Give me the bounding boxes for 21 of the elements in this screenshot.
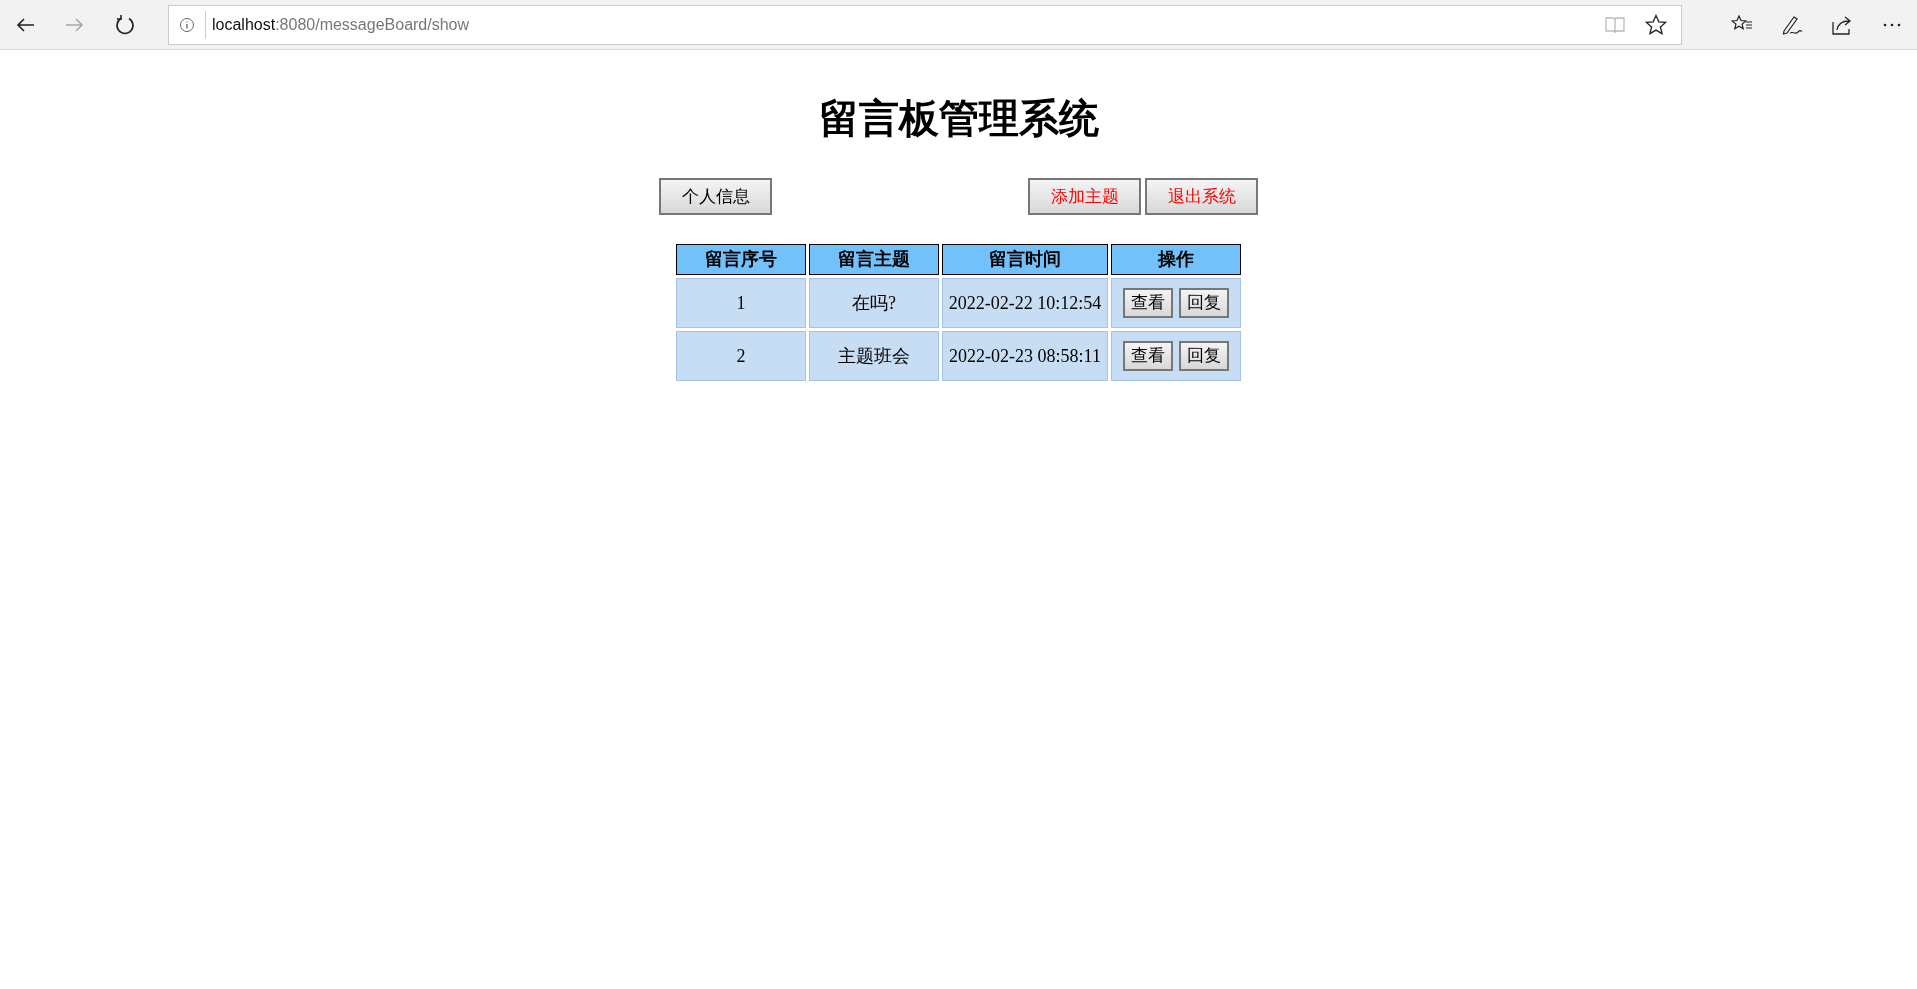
address-bar[interactable]: localhost:8080/messageBoard/show: [168, 4, 1682, 45]
info-icon: [179, 16, 195, 33]
column-header: 留言主题: [809, 244, 939, 275]
table-cell: 主题班会: [809, 331, 939, 381]
column-header: 留言时间: [942, 244, 1108, 275]
column-header: 留言序号: [676, 244, 806, 275]
url-text: localhost:8080/messageBoard/show: [212, 14, 470, 35]
action-button[interactable]: 回复: [1179, 288, 1229, 318]
page-title: 留言板管理系统: [817, 95, 1100, 142]
table-cell: 2: [676, 331, 806, 381]
action-button[interactable]: 查看: [1123, 288, 1173, 318]
action-button[interactable]: 回复: [1179, 341, 1229, 371]
reload-icon[interactable]: [114, 13, 136, 36]
table-cell: 2022-02-22 10:12:54: [942, 278, 1108, 328]
star-icon[interactable]: [1645, 13, 1667, 36]
action-button[interactable]: 查看: [1123, 341, 1173, 371]
nav-button[interactable]: 个人信息: [659, 178, 772, 215]
table-cell: 1: [676, 278, 806, 328]
column-header: 操作: [1111, 244, 1241, 275]
table-cell: 2022-02-23 08:58:11: [942, 331, 1108, 381]
table-cell: 在吗?: [809, 278, 939, 328]
